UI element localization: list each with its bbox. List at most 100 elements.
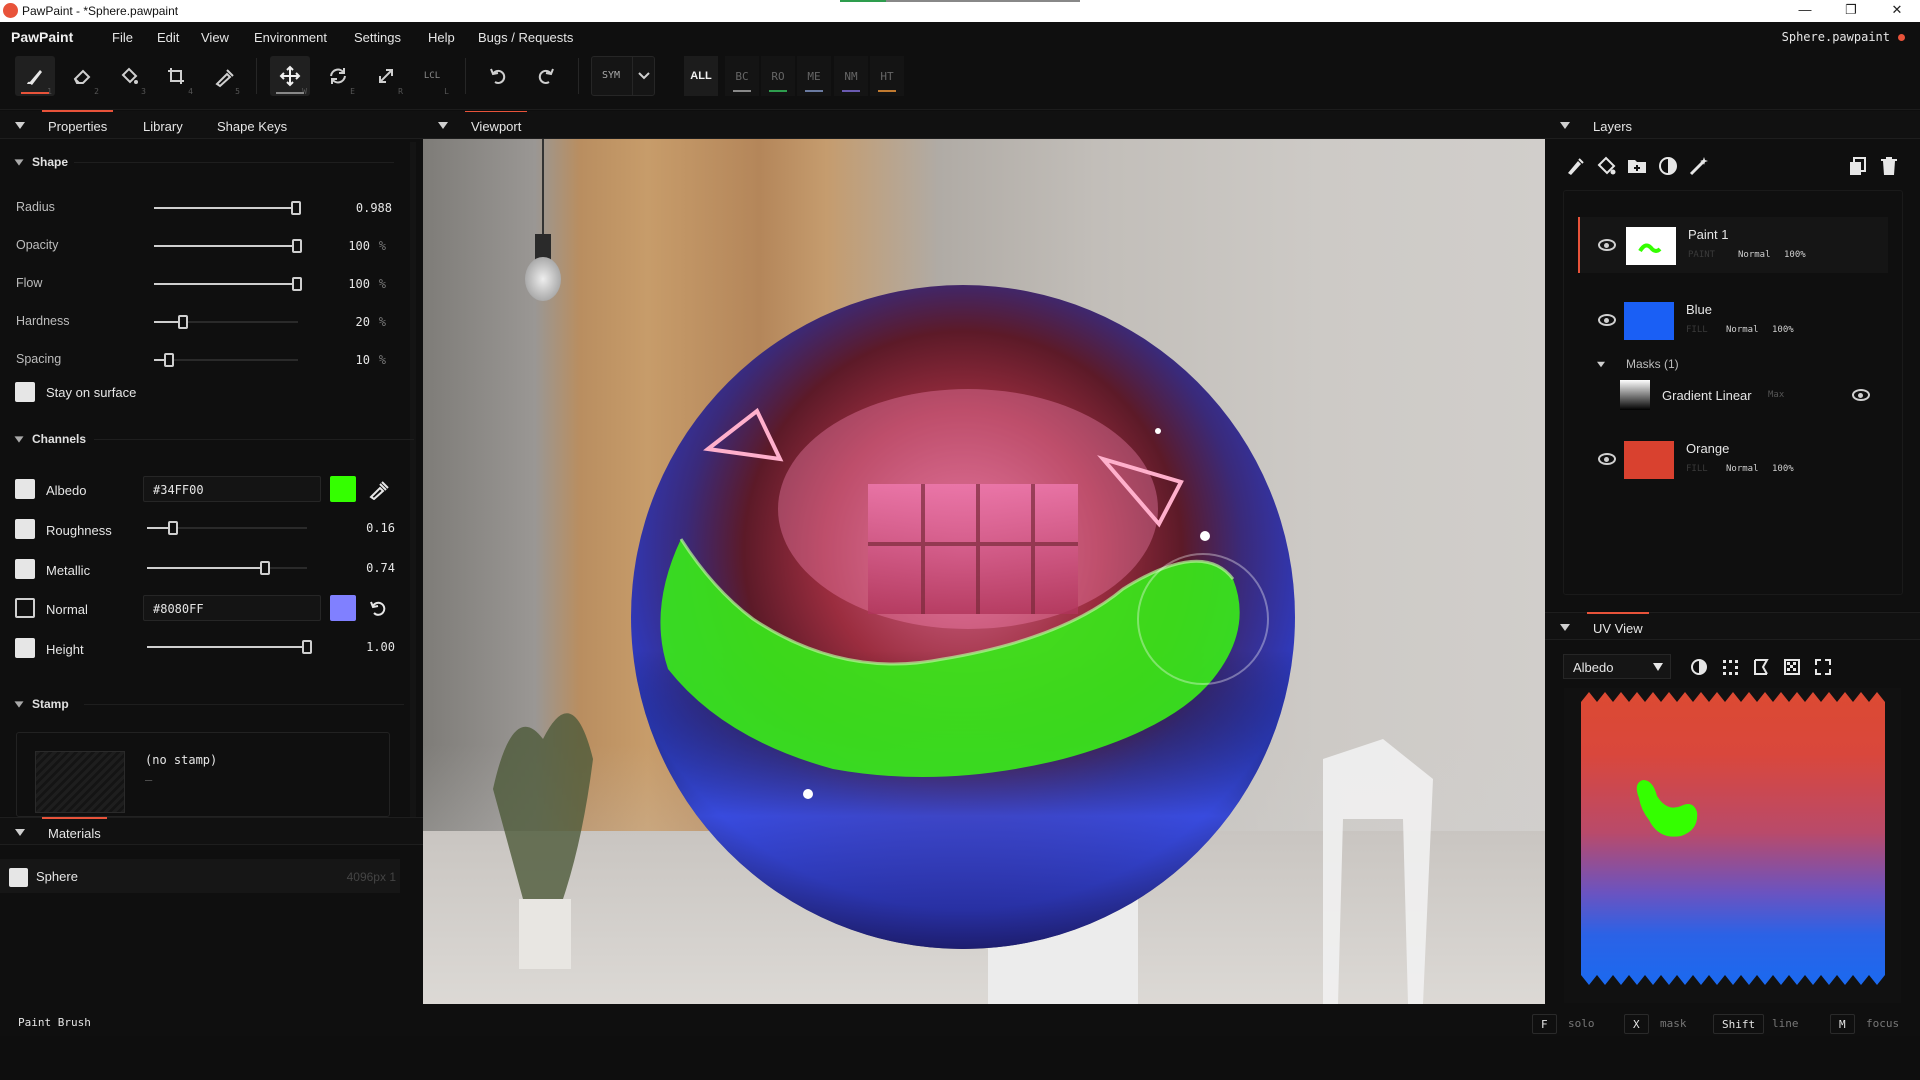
spacing-value[interactable]: 10 bbox=[330, 353, 370, 367]
eye-icon[interactable] bbox=[1598, 239, 1616, 251]
duplicate-layer-icon[interactable] bbox=[1847, 155, 1869, 177]
viewport-scene[interactable] bbox=[423, 139, 1545, 1004]
flow-slider[interactable] bbox=[154, 277, 302, 291]
tab-shape-keys[interactable]: Shape Keys bbox=[217, 119, 287, 134]
normal-checkbox[interactable] bbox=[15, 598, 35, 618]
grid-icon[interactable] bbox=[1720, 657, 1740, 677]
uv-texture-preview[interactable] bbox=[1581, 688, 1885, 989]
channel-bc[interactable]: BC bbox=[725, 56, 759, 96]
local-space-toggle[interactable]: LCL L bbox=[412, 56, 452, 96]
uv-channel-select[interactable]: Albedo bbox=[1563, 654, 1671, 679]
channel-all[interactable]: ALL bbox=[684, 56, 718, 96]
menu-file[interactable]: File bbox=[112, 30, 133, 45]
layer-opacity[interactable]: 100% bbox=[1772, 464, 1794, 474]
tool-scale[interactable]: R bbox=[366, 56, 406, 96]
slider-handle[interactable] bbox=[291, 201, 301, 215]
mask-mode[interactable]: Max bbox=[1768, 390, 1784, 400]
slider-handle[interactable] bbox=[164, 353, 174, 367]
layer-opacity[interactable]: 100% bbox=[1772, 325, 1794, 335]
metallic-slider[interactable] bbox=[147, 561, 307, 575]
eye-icon[interactable] bbox=[1598, 453, 1616, 465]
add-folder-icon[interactable] bbox=[1626, 155, 1648, 177]
albedo-checkbox[interactable] bbox=[15, 479, 35, 499]
collapse-triangle-icon[interactable] bbox=[1560, 122, 1570, 129]
material-row[interactable]: Sphere 4096px 1 bbox=[0, 859, 400, 893]
tool-eraser[interactable]: 2 bbox=[62, 56, 102, 96]
hardness-slider[interactable] bbox=[154, 315, 298, 329]
menu-view[interactable]: View bbox=[201, 30, 229, 45]
normal-color-swatch[interactable] bbox=[330, 595, 356, 621]
tab-properties[interactable]: Properties bbox=[41, 110, 114, 134]
slider-handle[interactable] bbox=[260, 561, 270, 575]
albedo-hex-input[interactable]: #34FF00 bbox=[143, 476, 321, 502]
menu-bugs-requests[interactable]: Bugs / Requests bbox=[478, 30, 573, 45]
layer-blend-mode[interactable]: Normal bbox=[1738, 250, 1771, 260]
hardness-value[interactable]: 20 bbox=[330, 315, 370, 329]
height-checkbox[interactable] bbox=[15, 638, 35, 658]
roughness-slider[interactable] bbox=[147, 521, 307, 535]
menu-edit[interactable]: Edit bbox=[157, 30, 179, 45]
menu-settings[interactable]: Settings bbox=[354, 30, 401, 45]
slider-handle[interactable] bbox=[292, 277, 302, 291]
opacity-value[interactable]: 100 bbox=[330, 239, 370, 253]
symmetry-dropdown[interactable]: SYM bbox=[591, 56, 655, 96]
undo-button[interactable] bbox=[478, 56, 518, 96]
spacing-slider[interactable] bbox=[154, 353, 298, 367]
collapse-triangle-icon[interactable] bbox=[1560, 624, 1570, 631]
add-paint-layer-icon[interactable] bbox=[1564, 155, 1586, 177]
eye-icon[interactable] bbox=[1598, 314, 1616, 326]
metallic-checkbox[interactable] bbox=[15, 559, 35, 579]
layer-row-paint-1[interactable]: Paint 1 PAINT Normal 100% bbox=[1578, 217, 1888, 273]
minimize-button[interactable]: — bbox=[1782, 0, 1828, 22]
menu-help[interactable]: Help bbox=[428, 30, 455, 45]
normal-hex-input[interactable]: #8080FF bbox=[143, 595, 321, 621]
height-slider[interactable] bbox=[147, 640, 312, 654]
redo-button[interactable] bbox=[526, 56, 566, 96]
delete-layer-icon[interactable] bbox=[1878, 155, 1900, 177]
tool-rotate[interactable]: E bbox=[318, 56, 358, 96]
eyedropper-icon[interactable] bbox=[367, 478, 389, 500]
reset-icon[interactable] bbox=[367, 597, 389, 619]
material-checkbox[interactable] bbox=[9, 868, 28, 887]
close-window-button[interactable]: ✕ bbox=[1874, 0, 1920, 22]
stay-on-surface-checkbox[interactable] bbox=[15, 382, 35, 402]
radius-slider[interactable] bbox=[154, 201, 301, 215]
layer-blend-mode[interactable]: Normal bbox=[1726, 325, 1759, 335]
slider-handle[interactable] bbox=[168, 521, 178, 535]
channel-nm[interactable]: NM bbox=[834, 56, 868, 96]
mask-row-gradient-linear[interactable]: Gradient Linear Max bbox=[1620, 380, 1900, 410]
contrast-icon[interactable] bbox=[1689, 657, 1709, 677]
checker-icon[interactable] bbox=[1782, 657, 1802, 677]
properties-scrollbar[interactable] bbox=[410, 142, 416, 822]
fullscreen-icon[interactable] bbox=[1813, 657, 1833, 677]
tool-crop[interactable]: 4 bbox=[156, 56, 196, 96]
add-fill-layer-icon[interactable] bbox=[1595, 155, 1617, 177]
tool-eyedropper[interactable]: 5 bbox=[203, 56, 243, 96]
albedo-color-swatch[interactable] bbox=[330, 476, 356, 502]
layer-opacity[interactable]: 100% bbox=[1784, 250, 1806, 260]
masks-group[interactable]: Masks (1) bbox=[1596, 357, 1716, 373]
tool-move[interactable]: W bbox=[270, 56, 310, 96]
channel-ro[interactable]: RO bbox=[761, 56, 795, 96]
layer-blend-mode[interactable]: Normal bbox=[1726, 464, 1759, 474]
flow-value[interactable]: 100 bbox=[330, 277, 370, 291]
menu-environment[interactable]: Environment bbox=[254, 30, 327, 45]
slider-handle[interactable] bbox=[178, 315, 188, 329]
tool-fill[interactable]: 3 bbox=[109, 56, 149, 96]
adjustment-layer-icon[interactable] bbox=[1657, 155, 1679, 177]
uv-wireframe-icon[interactable] bbox=[1751, 657, 1771, 677]
collapse-triangle-icon[interactable] bbox=[15, 829, 25, 836]
stamp-picker[interactable]: (no stamp) – bbox=[16, 732, 390, 817]
magic-wand-icon[interactable] bbox=[1688, 155, 1710, 177]
section-shape[interactable]: Shape bbox=[14, 155, 394, 169]
layer-row-blue[interactable]: Blue FILL Normal 100% bbox=[1578, 292, 1888, 348]
tool-paint-brush[interactable]: 1 bbox=[15, 56, 55, 96]
slider-handle[interactable] bbox=[292, 239, 302, 253]
tab-library[interactable]: Library bbox=[143, 119, 183, 134]
metallic-value[interactable]: 0.74 bbox=[340, 561, 395, 575]
opacity-slider[interactable] bbox=[154, 239, 302, 253]
height-value[interactable]: 1.00 bbox=[340, 640, 395, 654]
section-channels[interactable]: Channels bbox=[14, 432, 414, 446]
channel-ht[interactable]: HT bbox=[870, 56, 904, 96]
collapse-triangle-icon[interactable] bbox=[15, 122, 25, 129]
